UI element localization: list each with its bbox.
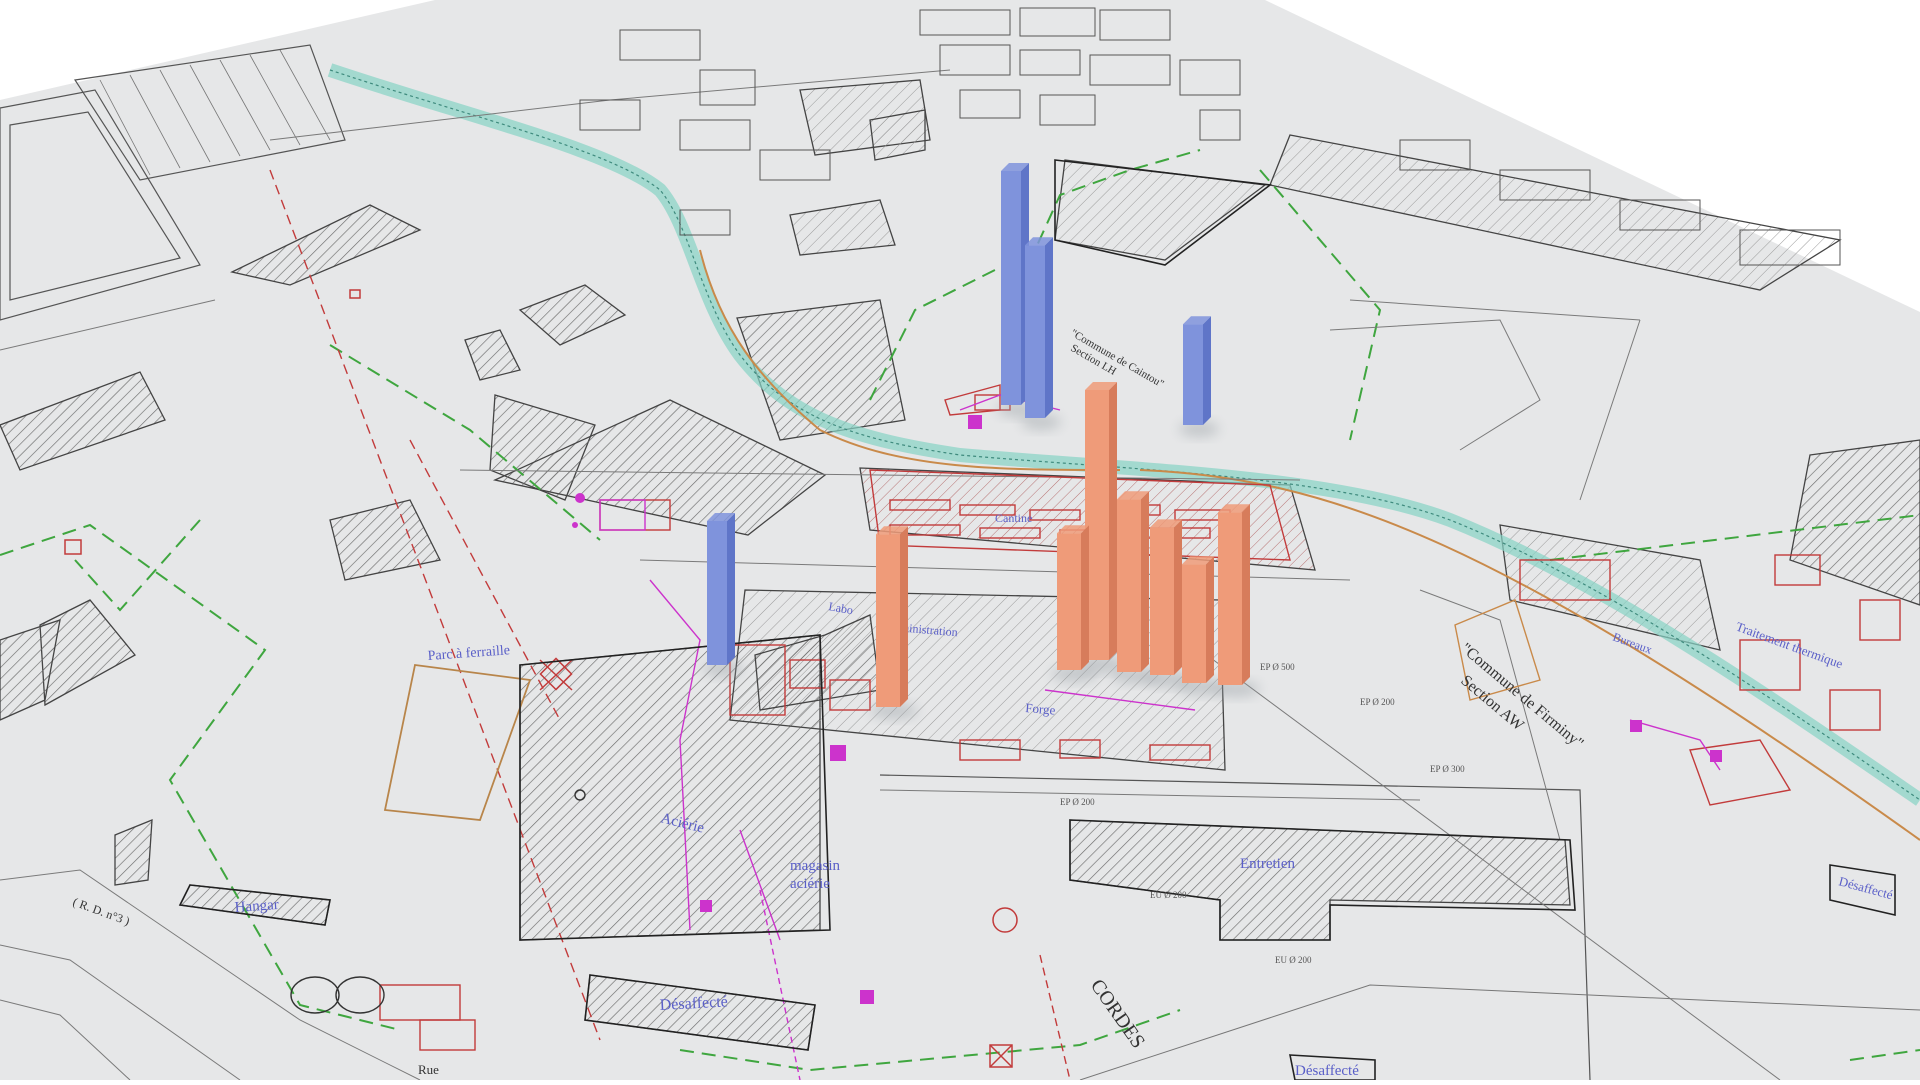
orange-bar — [1218, 504, 1250, 685]
orange-bar-side — [1109, 382, 1117, 660]
orange-bar-front — [1182, 564, 1206, 683]
blue-bar-side — [727, 513, 735, 665]
pipe-label: EP Ø 500 — [1260, 662, 1295, 672]
blue-bar — [1001, 163, 1029, 405]
pipe-label: EP Ø 200 — [1060, 797, 1095, 807]
label-cantine: Cantine — [995, 511, 1032, 525]
orange-bar-front — [1057, 533, 1081, 670]
blue-bar — [707, 513, 735, 665]
orange-bar-front — [1218, 512, 1242, 685]
blue-bar-front — [1183, 324, 1203, 425]
orange-bar-front — [1117, 499, 1141, 672]
map-scene: Parc à ferraille Aciérie magasin aciérie… — [0, 0, 1920, 1081]
orange-bar — [1182, 556, 1214, 683]
orange-bar-side — [1081, 525, 1089, 670]
orange-bar-side — [1206, 556, 1214, 683]
blue-bar-front — [1001, 171, 1021, 405]
label-entretien: Entretien — [1240, 856, 1295, 872]
label-forge: Forge — [1025, 700, 1057, 718]
orange-bar — [1057, 525, 1089, 670]
orange-bar — [1150, 519, 1182, 675]
orange-bar-side — [900, 526, 908, 707]
orange-bar-side — [1141, 491, 1149, 672]
pipe-label: EP Ø 200 — [1360, 697, 1395, 707]
blue-bar-side — [1045, 237, 1053, 418]
label-acierie-2: aciérie — [790, 876, 830, 892]
label-desaffecte-2: Désaffecté — [1295, 1063, 1359, 1079]
orange-bar-side — [1174, 519, 1182, 675]
orange-bar — [1085, 382, 1117, 660]
blue-bar — [1183, 316, 1211, 425]
label-desaffecte-1: Désaffecté — [659, 993, 728, 1014]
map-canvas: Parc à ferraille Aciérie magasin aciérie… — [0, 0, 1920, 1081]
label-magasin: magasin — [790, 858, 840, 874]
blue-bar-side — [1203, 316, 1211, 425]
pipe-label: EU Ø 200 — [1150, 890, 1187, 900]
orange-bar — [876, 526, 908, 707]
orange-bar — [1117, 491, 1149, 672]
pipe-label: EU Ø 200 — [1275, 955, 1312, 965]
blue-bar-front — [707, 521, 727, 665]
label-rue: Rue — [418, 1062, 439, 1077]
blue-bar — [1025, 237, 1053, 418]
orange-bar-front — [1150, 527, 1174, 675]
blue-bar-front — [1025, 245, 1045, 418]
orange-bar-front — [876, 534, 900, 707]
label-hangar: Hangar — [234, 897, 279, 916]
pipe-label: EP Ø 300 — [1430, 764, 1465, 774]
orange-bar-side — [1242, 504, 1250, 685]
